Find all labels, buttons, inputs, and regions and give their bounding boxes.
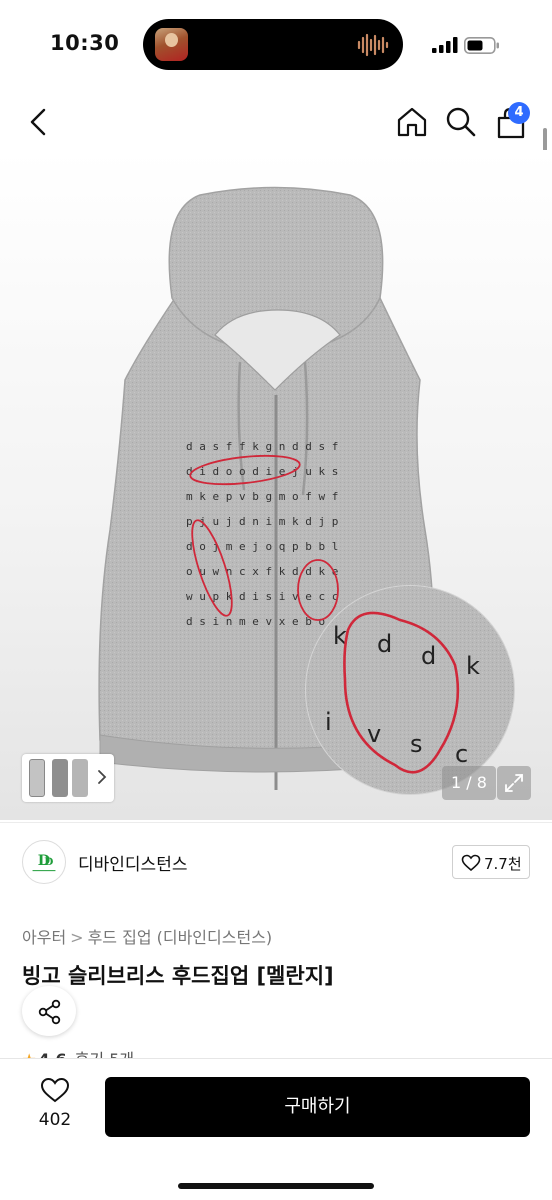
breadcrumb-category[interactable]: 아우터 bbox=[22, 928, 66, 947]
zoom-letter: s bbox=[410, 730, 423, 758]
gallery-thumbnails[interactable] bbox=[22, 754, 114, 802]
print-row: d s i n m e v x e b o n bbox=[186, 615, 338, 628]
cellular-signal-icon bbox=[432, 37, 458, 53]
hoodie-vest-image: d a s f f k g n d d s f d i d o o d i e … bbox=[98, 186, 515, 795]
home-indicator[interactable] bbox=[178, 1183, 374, 1189]
search-icon[interactable] bbox=[445, 106, 477, 138]
print-row: d a s f f k g n d d s f bbox=[186, 440, 338, 453]
zoom-letter: d bbox=[377, 630, 392, 658]
audio-waveform-icon bbox=[357, 33, 389, 57]
shop-logo[interactable]: D D bbox=[22, 840, 66, 884]
zoom-letter: k bbox=[466, 652, 480, 680]
wishlist-button[interactable]: 402 bbox=[28, 1077, 82, 1137]
shop-like-count: 7.7천 bbox=[484, 855, 522, 873]
home-icon[interactable] bbox=[396, 106, 428, 138]
svg-text:D: D bbox=[44, 856, 53, 868]
zoom-letter: v bbox=[367, 720, 381, 748]
buy-button[interactable]: 구매하기 bbox=[105, 1077, 530, 1137]
chevron-right-icon[interactable] bbox=[96, 768, 108, 786]
zoom-letter: c bbox=[455, 740, 468, 768]
wishlist-count: 402 bbox=[38, 1110, 72, 1130]
share-button[interactable] bbox=[22, 986, 76, 1036]
battery-icon bbox=[464, 37, 499, 54]
print-row: p j u j d n i m k d j p bbox=[186, 515, 338, 528]
product-image-gallery[interactable]: d a s f f k g n d d s f d i d o o d i e … bbox=[0, 150, 552, 820]
status-bar: 10:30 bbox=[0, 0, 552, 90]
heart-icon bbox=[40, 1077, 70, 1103]
print-row: m k e p v b g m o f w f bbox=[186, 490, 338, 503]
now-playing-artwork bbox=[155, 28, 188, 61]
zoom-letter: d bbox=[421, 642, 436, 670]
gallery-thumbnail[interactable] bbox=[29, 759, 45, 797]
shop-like-button[interactable]: 7.7천 bbox=[452, 845, 530, 879]
expand-image-button[interactable] bbox=[497, 766, 531, 800]
product-title: 빙고 슬리브리스 후드집업 [멜란지] bbox=[22, 964, 334, 988]
back-arrow-icon[interactable] bbox=[26, 107, 52, 137]
breadcrumb-subcategory[interactable]: 후드 집업 (디바인디스턴스) bbox=[88, 928, 273, 947]
image-counter: 1 / 8 bbox=[442, 766, 496, 800]
cart-count-badge: 4 bbox=[508, 102, 530, 124]
print-row: d o j m e j o q p b b l bbox=[186, 540, 338, 553]
shop-row[interactable]: D D 디바인디스턴스 7.7천 bbox=[0, 822, 552, 902]
print-row: d i d o o d i e j u k s bbox=[186, 465, 338, 478]
print-row: o u w n c x f k d d k e bbox=[186, 565, 338, 578]
dynamic-island[interactable] bbox=[143, 19, 403, 70]
share-icon bbox=[38, 999, 61, 1025]
heart-icon bbox=[461, 854, 481, 872]
zoom-letter: i bbox=[325, 708, 332, 736]
expand-icon bbox=[505, 774, 523, 792]
bottom-action-bar: 402 구매하기 bbox=[0, 1058, 552, 1200]
product-detail-screen: 10:30 4 d a s f f k g n d d s f d i d o … bbox=[0, 0, 552, 1200]
gallery-thumbnail[interactable] bbox=[72, 759, 88, 797]
gallery-thumbnail[interactable] bbox=[52, 759, 68, 797]
chevron-right-icon: > bbox=[70, 928, 84, 947]
status-time: 10:30 bbox=[50, 31, 120, 55]
navigation-bar bbox=[0, 95, 552, 151]
shop-name[interactable]: 디바인디스턴스 bbox=[78, 850, 187, 875]
breadcrumb: 아우터 > 후드 집업 (디바인디스턴스) bbox=[22, 924, 272, 948]
